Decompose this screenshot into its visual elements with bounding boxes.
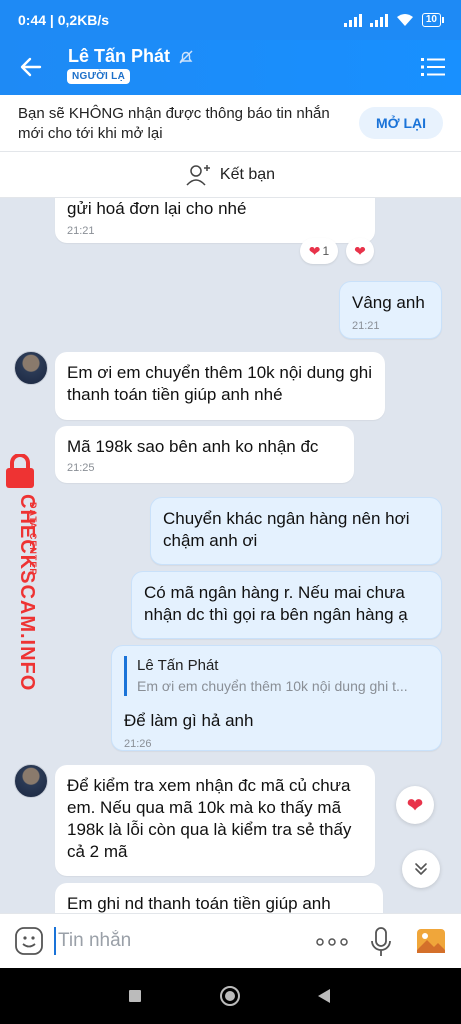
message-bubble[interactable]: Chuyển khác ngân hàng nên hơi chậm anh ơ… xyxy=(150,497,442,565)
heart-icon: ❤ xyxy=(354,242,366,259)
image-icon[interactable] xyxy=(416,928,446,954)
add-friend-button[interactable]: Kết bạn xyxy=(0,152,461,198)
message-bubble[interactable]: Có mã ngân hàng r. Nếu mai chưa nhận dc … xyxy=(131,571,442,639)
chat-header: Lê Tấn Phát NGƯỜI LẠ xyxy=(0,40,461,95)
add-friend-label: Kết bạn xyxy=(219,165,276,183)
scroll-down-icon xyxy=(415,863,427,875)
message-bubble[interactable]: Để kiểm tra xem nhận đc mã củ chưa em. N… xyxy=(55,765,375,876)
contact-name[interactable]: Lê Tấn Phát xyxy=(68,46,194,67)
message-input[interactable] xyxy=(54,927,294,955)
message-bubble[interactable]: Mã 198k sao bên anh ko nhận đc 21:25 xyxy=(55,426,354,483)
status-time: 0:44 xyxy=(18,12,47,28)
more-icon[interactable] xyxy=(316,938,348,946)
stranger-badge: NGƯỜI LẠ xyxy=(67,69,131,84)
watermark: CHECKSCAM.INFO DATA CENTER xyxy=(2,454,48,691)
mute-notice: Bạn sẽ KHÔNG nhận được thông báo tin nhắ… xyxy=(0,95,461,152)
status-speed: 0,2KB/s xyxy=(57,12,110,28)
home-icon[interactable] xyxy=(220,986,240,1006)
sticker-icon[interactable] xyxy=(14,926,44,956)
chat-area[interactable]: gửi hoá đơn lại cho nhé 21:21 ❤ 1 ❤ Vâng … xyxy=(0,198,461,913)
signal-icon-2 xyxy=(369,13,388,27)
signal-icon xyxy=(343,13,362,27)
quoted-message[interactable]: Lê Tấn Phát Em ơi em chuyển thêm 10k nội… xyxy=(124,656,429,696)
message-bubble[interactable]: gửi hoá đơn lại cho nhé 21:21 xyxy=(55,198,375,243)
message-bubble[interactable]: Em ghi nd thanh toán tiền giúp anh xyxy=(55,883,383,913)
lock-icon xyxy=(6,454,34,488)
menu-icon[interactable] xyxy=(421,56,445,78)
watermark-subtext: DATA CENTER xyxy=(28,502,38,576)
system-nav-bar xyxy=(0,968,461,1024)
notice-text: Bạn sẽ KHÔNG nhận được thông báo tin nhắ… xyxy=(18,105,330,142)
heart-icon: ❤ xyxy=(308,242,321,259)
mute-bell-icon xyxy=(179,50,193,63)
scroll-down-button[interactable] xyxy=(402,850,440,888)
wifi-icon xyxy=(396,14,413,26)
mic-icon[interactable] xyxy=(370,927,392,957)
avatar[interactable] xyxy=(14,764,48,798)
back-arrow-icon[interactable] xyxy=(16,52,46,82)
message-bubble[interactable]: Em ơi em chuyển thêm 10k nội dung ghi th… xyxy=(55,352,385,420)
reopen-button[interactable]: MỞ LẠI xyxy=(359,107,443,139)
battery-icon: 10 xyxy=(421,13,445,27)
heart-icon: ❤ xyxy=(406,794,424,817)
react-button[interactable]: ❤ xyxy=(346,238,374,264)
react-button[interactable]: ❤ xyxy=(396,786,434,824)
message-input-bar xyxy=(0,913,461,968)
status-bar: 0:44 | 0,2KB/s 10 xyxy=(0,0,461,40)
avatar[interactable] xyxy=(14,351,48,385)
add-user-icon xyxy=(186,164,210,186)
back-icon[interactable] xyxy=(318,989,330,1003)
recents-icon[interactable] xyxy=(129,990,141,1002)
reaction-summary[interactable]: ❤ 1 xyxy=(300,238,338,264)
message-bubble[interactable]: Vâng anh 21:21 xyxy=(339,281,442,339)
reply-message-bubble[interactable]: Lê Tấn Phát Em ơi em chuyển thêm 10k nội… xyxy=(111,645,442,751)
